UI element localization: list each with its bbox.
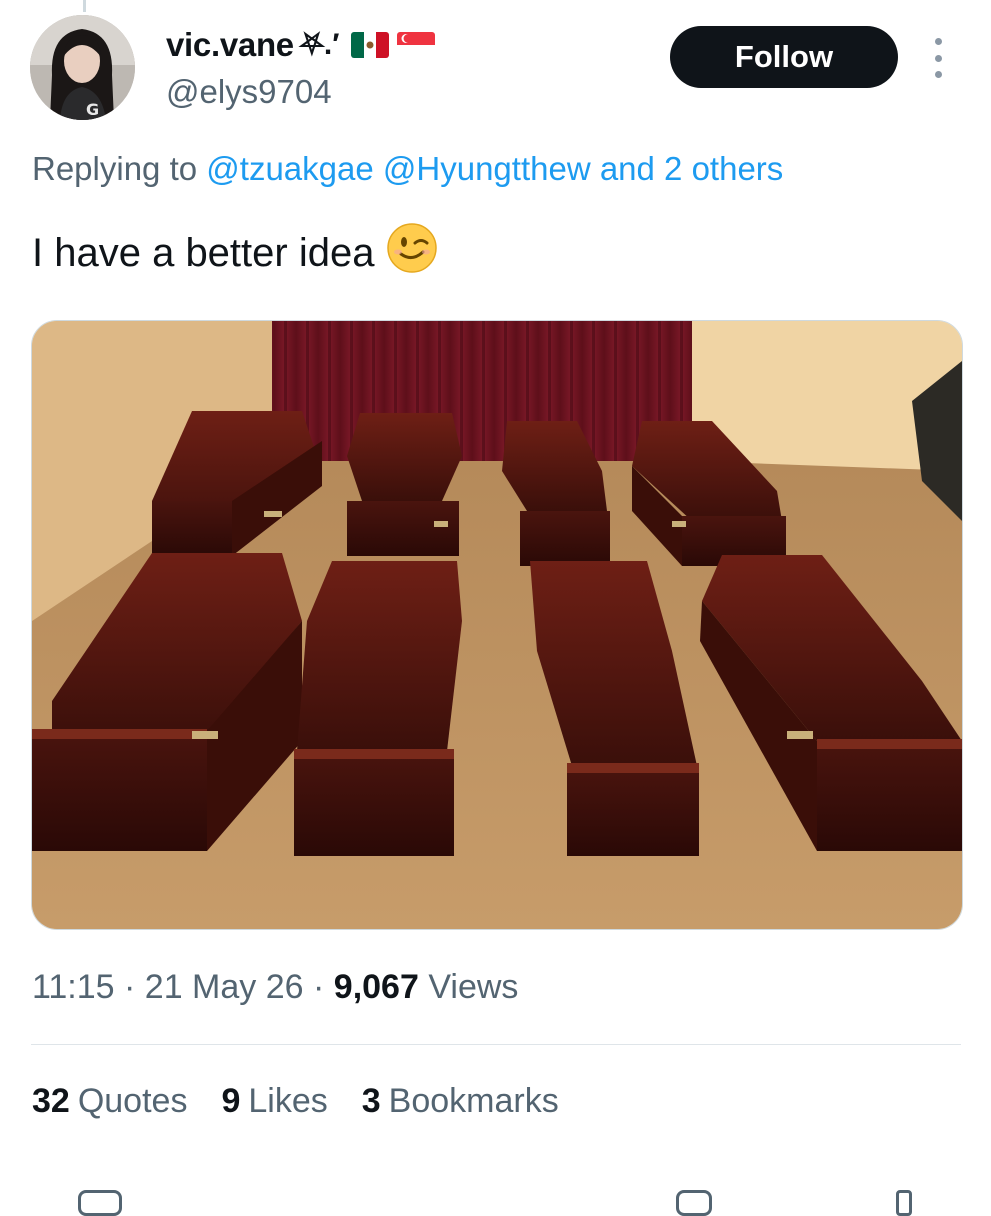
winking-face-icon — [386, 222, 438, 284]
replying-to-line: Replying to @tzuakgae @Hyungtthew and 2 … — [32, 150, 783, 188]
profile-photo-icon: G — [30, 15, 135, 120]
likes-label: Likes — [248, 1082, 328, 1120]
share-action-icon[interactable] — [896, 1190, 912, 1216]
meta-separator: · — [124, 968, 136, 1006]
quotes-count: 32 — [32, 1082, 70, 1120]
likes-count: 9 — [221, 1082, 241, 1120]
thread-connector-line — [83, 0, 86, 12]
author-display-name[interactable]: vic.vane — [166, 26, 294, 64]
likes-stat[interactable]: 9 Likes — [221, 1082, 327, 1121]
reply-action-icon[interactable] — [78, 1190, 122, 1216]
views-label: Views — [428, 968, 519, 1006]
bookmark-action-icon[interactable] — [676, 1190, 712, 1216]
quotes-stat[interactable]: 32 Quotes — [32, 1082, 187, 1121]
author-handle[interactable]: @elys9704 — [166, 73, 332, 111]
views-count: 9,067 — [333, 968, 419, 1006]
follow-button[interactable]: Follow — [670, 26, 898, 88]
bookmarks-label: Bookmarks — [388, 1082, 559, 1120]
coffins-room-photo — [32, 321, 962, 929]
replying-prefix: Replying to — [32, 150, 198, 187]
tweet-body: I have a better idea — [32, 230, 375, 275]
tweet-photo[interactable] — [31, 320, 963, 930]
tweet-date[interactable]: 21 May 26 — [145, 968, 304, 1006]
mention-link[interactable]: @tzuakgae — [206, 150, 373, 187]
name-decoration: ⛧.′ — [299, 28, 340, 61]
engagement-stats: 32 Quotes 9 Likes 3 Bookmarks — [32, 1082, 559, 1121]
tweet-meta: 11:15 · 21 May 26 · 9,067 Views — [32, 968, 518, 1007]
tweet-time[interactable]: 11:15 — [32, 968, 115, 1006]
author-name-row[interactable]: vic.vane ⛧.′ — [166, 26, 436, 64]
divider — [31, 1044, 961, 1045]
bookmarks-count: 3 — [361, 1082, 381, 1120]
more-dot — [934, 38, 942, 45]
singapore-flag-icon — [397, 32, 436, 58]
bookmarks-stat[interactable]: 3 Bookmarks — [362, 1082, 559, 1121]
more-dot — [934, 71, 942, 78]
quotes-label: Quotes — [77, 1082, 188, 1120]
more-options-icon[interactable] — [928, 38, 948, 78]
tweet-text: I have a better idea — [32, 222, 438, 284]
more-dot — [934, 54, 942, 62]
others-link[interactable]: and 2 others — [600, 150, 783, 187]
mention-link[interactable]: @Hyungtthew — [383, 150, 591, 187]
svg-text:G: G — [86, 100, 99, 119]
avatar[interactable]: G — [30, 15, 135, 120]
mexico-flag-icon — [351, 32, 390, 58]
meta-separator: · — [313, 968, 325, 1006]
